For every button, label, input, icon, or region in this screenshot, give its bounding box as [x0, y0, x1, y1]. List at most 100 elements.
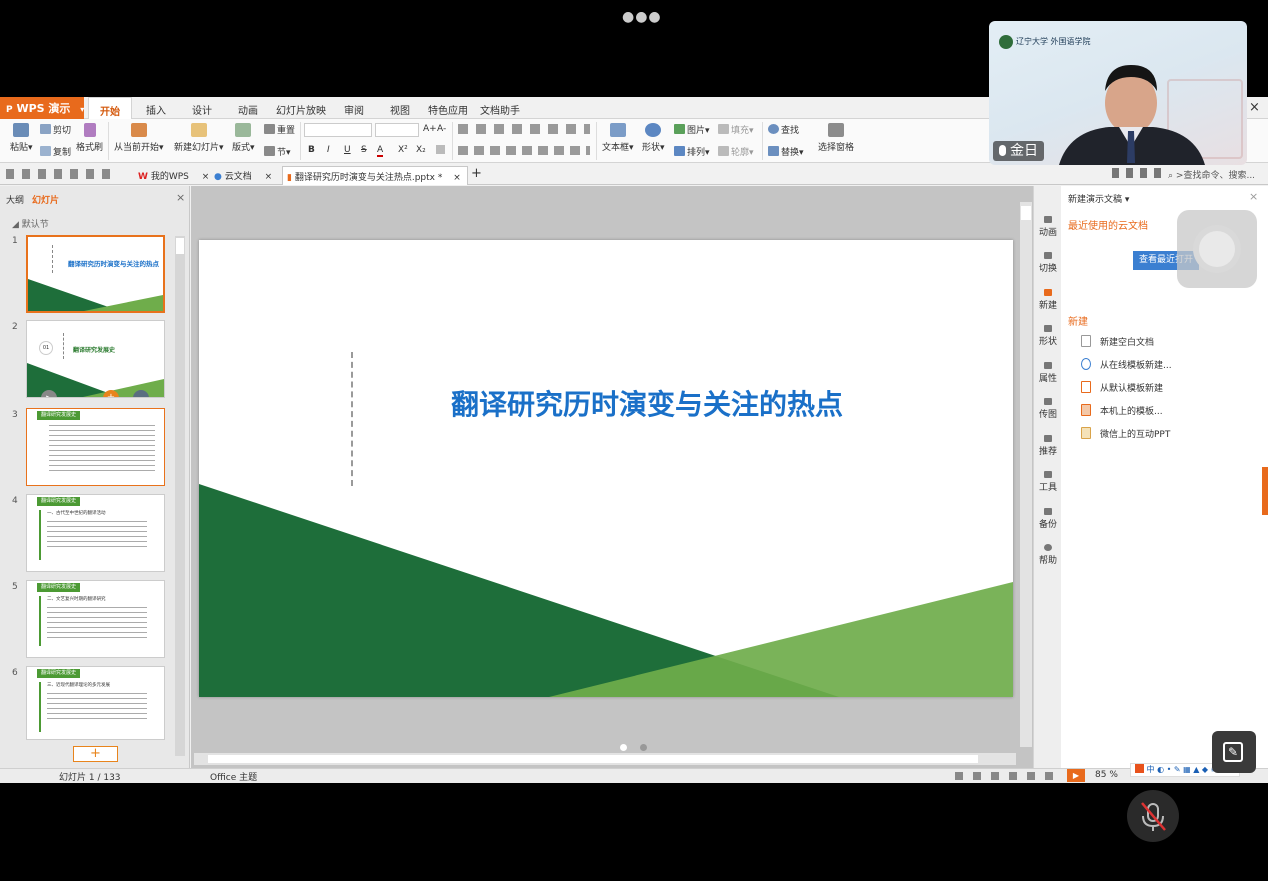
shrink-font-button[interactable]: A-	[437, 124, 446, 134]
tab-current-pptx[interactable]: ▮ 翻译研究历时演变与关注热点.pptx * ×	[282, 166, 468, 185]
copy-button[interactable]: 复制	[40, 145, 71, 158]
clear-format-icon[interactable]	[436, 145, 445, 154]
add-slide-button[interactable]: +	[73, 746, 118, 762]
side-backup-button[interactable]: 备份	[1034, 508, 1062, 530]
tab-animation[interactable]: 动画	[232, 97, 264, 119]
thumbs-scrollbar[interactable]	[175, 236, 185, 756]
paragraph-align-tools[interactable]	[458, 146, 590, 155]
grow-font-button[interactable]: A+	[423, 124, 437, 134]
find-button[interactable]: 查找	[768, 123, 799, 136]
superscript-button[interactable]: X²	[398, 145, 408, 155]
task-pane-close-icon[interactable]: ×	[1249, 190, 1258, 203]
scrollbar-thumb[interactable]	[176, 238, 184, 254]
tab-outline[interactable]: 大纲	[6, 193, 24, 206]
slide-thumb-1[interactable]: 翻译研究历时演变与关注的热点	[26, 235, 165, 313]
tab-my-wps[interactable]: W 我的WPS ×	[134, 166, 213, 185]
tab-doc-assistant[interactable]: 文档助手	[478, 97, 522, 119]
video-participant-tile[interactable]: 辽宁大学 外国语学院 金日	[989, 21, 1247, 165]
replace-button[interactable]: 替换▾	[768, 145, 804, 158]
picture-button[interactable]: 图片▾	[674, 123, 710, 136]
fill-button[interactable]: 填充▾	[718, 123, 754, 136]
paragraph-list-tools[interactable]	[458, 124, 590, 134]
horizontal-scrollbar[interactable]	[194, 753, 1016, 765]
underline-button[interactable]: U	[344, 145, 351, 155]
tab-view[interactable]: 视图	[384, 97, 416, 119]
side-recommend-button[interactable]: 推荐	[1034, 435, 1062, 457]
panel-close-icon[interactable]: ×	[176, 191, 185, 204]
tab-slides[interactable]: 幻灯片	[32, 193, 59, 206]
font-name-select[interactable]	[304, 123, 372, 137]
window-close-icon[interactable]: ×	[1249, 100, 1260, 115]
close-icon[interactable]: ×	[265, 172, 273, 182]
task-pane-edge-handle[interactable]	[1262, 467, 1268, 515]
cut-button[interactable]: 剪切	[40, 123, 71, 136]
subscript-button[interactable]: X₂	[416, 145, 426, 155]
side-help-button[interactable]: 帮助	[1034, 544, 1062, 566]
add-tab-button[interactable]: +	[471, 166, 482, 181]
strikethrough-button[interactable]: S	[361, 145, 367, 155]
slide-thumb-5[interactable]: 翻译研究发展史 二、文艺复兴时期的翻译研究	[26, 580, 165, 658]
zoom-level[interactable]: 85 %	[1095, 770, 1118, 780]
slide-thumb-3[interactable]: 翻译研究发展史	[26, 408, 165, 486]
new-slide-button[interactable]: 新建幻灯片▾	[174, 123, 224, 153]
command-search-box[interactable]: ⌕ >查找命令、搜索...	[1166, 166, 1266, 182]
italic-button[interactable]: I	[327, 145, 330, 155]
tab-review[interactable]: 审阅	[338, 97, 370, 119]
paste-button[interactable]: 粘贴▾	[10, 123, 33, 153]
slide-thumb-4[interactable]: 翻译研究发展史 一、古代至中世纪的翻译活动	[26, 494, 165, 572]
tab-slideshow[interactable]: 幻灯片放映	[274, 97, 328, 119]
view-mode-buttons[interactable]	[955, 772, 1055, 780]
slide-thumb-6[interactable]: 翻译研究发展史 三、近现代翻译理论的多元发展	[26, 666, 165, 740]
scrollbar-thumb[interactable]	[208, 755, 978, 763]
section-button[interactable]: 节▾	[264, 145, 291, 158]
section-label[interactable]: ◢ 默认节	[12, 217, 49, 230]
annotate-pen-button[interactable]: ✎	[1212, 731, 1256, 773]
font-size-select[interactable]	[375, 123, 419, 137]
task-pane-title[interactable]: 新建演示文稿 ▾	[1068, 192, 1129, 205]
mute-toggle-button[interactable]	[1127, 790, 1179, 842]
page-dot[interactable]	[640, 744, 647, 751]
tab-design[interactable]: 设计	[186, 97, 218, 119]
page-dot-active[interactable]	[620, 744, 627, 751]
shape-button[interactable]: 形状▾	[642, 123, 665, 153]
side-shape-button[interactable]: 形状	[1034, 325, 1062, 347]
assistive-touch-overlay[interactable]	[1177, 210, 1257, 288]
selection-pane-button[interactable]: 选择窗格	[818, 123, 854, 153]
from-current-button[interactable]: 从当前开始▾	[114, 123, 164, 153]
side-animation-button[interactable]: 动画	[1034, 216, 1062, 238]
slide-thumb-2[interactable]: 01 翻译研究发展史 ▶ +	[26, 320, 165, 398]
title-tools[interactable]	[1112, 168, 1162, 178]
layout-button[interactable]: 版式▾	[232, 123, 255, 153]
side-send-image-button[interactable]: 传图	[1034, 398, 1062, 420]
format-painter-button[interactable]: 格式刷	[76, 123, 103, 153]
close-icon[interactable]: ×	[453, 173, 461, 183]
new-blank-doc[interactable]: 新建空白文档	[1081, 335, 1154, 348]
vertical-scrollbar[interactable]	[1020, 202, 1032, 747]
textbox-button[interactable]: 文本框▾	[602, 123, 634, 153]
close-icon[interactable]: ×	[202, 172, 210, 182]
current-slide[interactable]: 翻译研究历时演变与关注的热点	[199, 240, 1013, 697]
font-color-button[interactable]: A	[377, 145, 384, 157]
side-tools-button[interactable]: 工具	[1034, 471, 1062, 493]
section-icon	[264, 146, 275, 156]
tab-insert[interactable]: 插入	[140, 97, 172, 119]
quick-access-toolbar[interactable]	[6, 169, 116, 179]
new-from-online-template[interactable]: 从在线模板新建...	[1081, 358, 1172, 371]
tab-home[interactable]: 开始	[88, 97, 132, 119]
reset-button[interactable]: 重置	[264, 123, 295, 136]
side-new-button[interactable]: 新建	[1034, 289, 1062, 311]
local-templates[interactable]: 本机上的模板...	[1081, 404, 1163, 417]
outline-button[interactable]: 轮廓▾	[718, 145, 754, 158]
window-more-icon[interactable]: ●●●	[622, 9, 662, 25]
slideshow-play-icon[interactable]: ▶	[1067, 769, 1085, 782]
new-from-default-template[interactable]: 从默认模板新建	[1081, 381, 1163, 394]
tab-cloud-docs[interactable]: ● 云文档 ×	[210, 166, 276, 185]
tab-special[interactable]: 特色应用	[426, 97, 470, 119]
arrange-button[interactable]: 排列▾	[674, 145, 710, 158]
bold-button[interactable]: B	[308, 145, 315, 155]
side-transition-button[interactable]: 切换	[1034, 252, 1062, 274]
wps-app-menu-button[interactable]: P WPS 演示 ▾	[0, 97, 84, 119]
side-property-button[interactable]: 属性	[1034, 362, 1062, 384]
wechat-interactive-ppt[interactable]: 微信上的互动PPT	[1081, 427, 1170, 440]
scrollbar-thumb[interactable]	[1021, 206, 1031, 220]
